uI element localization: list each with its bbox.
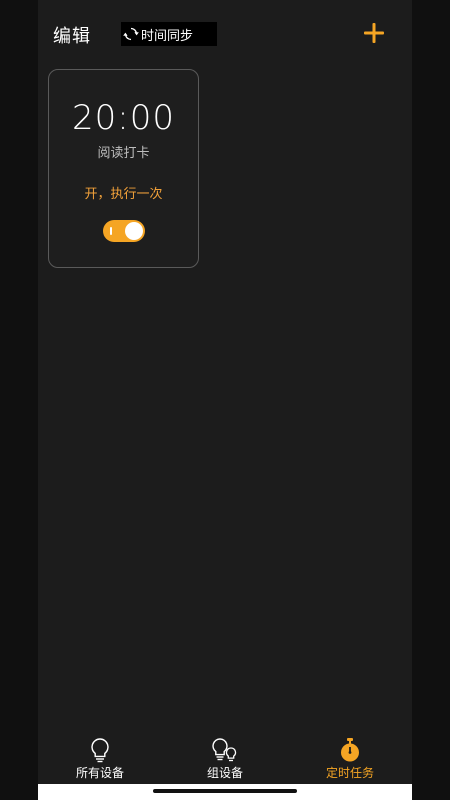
bulb-group-icon [212,738,237,762]
tab-all-devices[interactable]: 所有设备 [50,732,150,784]
tab-group-devices[interactable]: 组设备 [175,732,275,784]
stopwatch-icon [341,738,359,762]
edit-button[interactable]: 编辑 [53,22,91,48]
home-indicator-area [38,784,412,800]
add-task-button[interactable] [362,20,386,46]
task-enable-toggle[interactable] [103,220,145,242]
tab-timed-tasks[interactable]: 定时任务 [300,732,400,784]
refresh-icon [123,27,139,41]
task-name: 阅读打卡 [97,146,150,161]
time-sync-button[interactable]: 时间同步 [121,22,217,46]
tab-label: 定时任务 [325,766,374,780]
plus-icon [364,23,384,43]
bottom-tab-bar: 所有设备 组设备 定时任务 [38,732,412,784]
tab-label: 组设备 [206,766,243,780]
toggle-knob [125,222,143,240]
tab-label: 所有设备 [75,766,124,780]
task-time: 20:00 [72,98,175,138]
task-action: 开，执行一次 [84,187,163,202]
bulb-icon [91,738,109,763]
home-indicator[interactable] [153,789,297,793]
timer-task-card[interactable]: 20:00 阅读打卡 开，执行一次 [48,69,199,268]
time-sync-label: 时间同步 [141,28,194,44]
toggle-on-indicator [110,227,112,235]
